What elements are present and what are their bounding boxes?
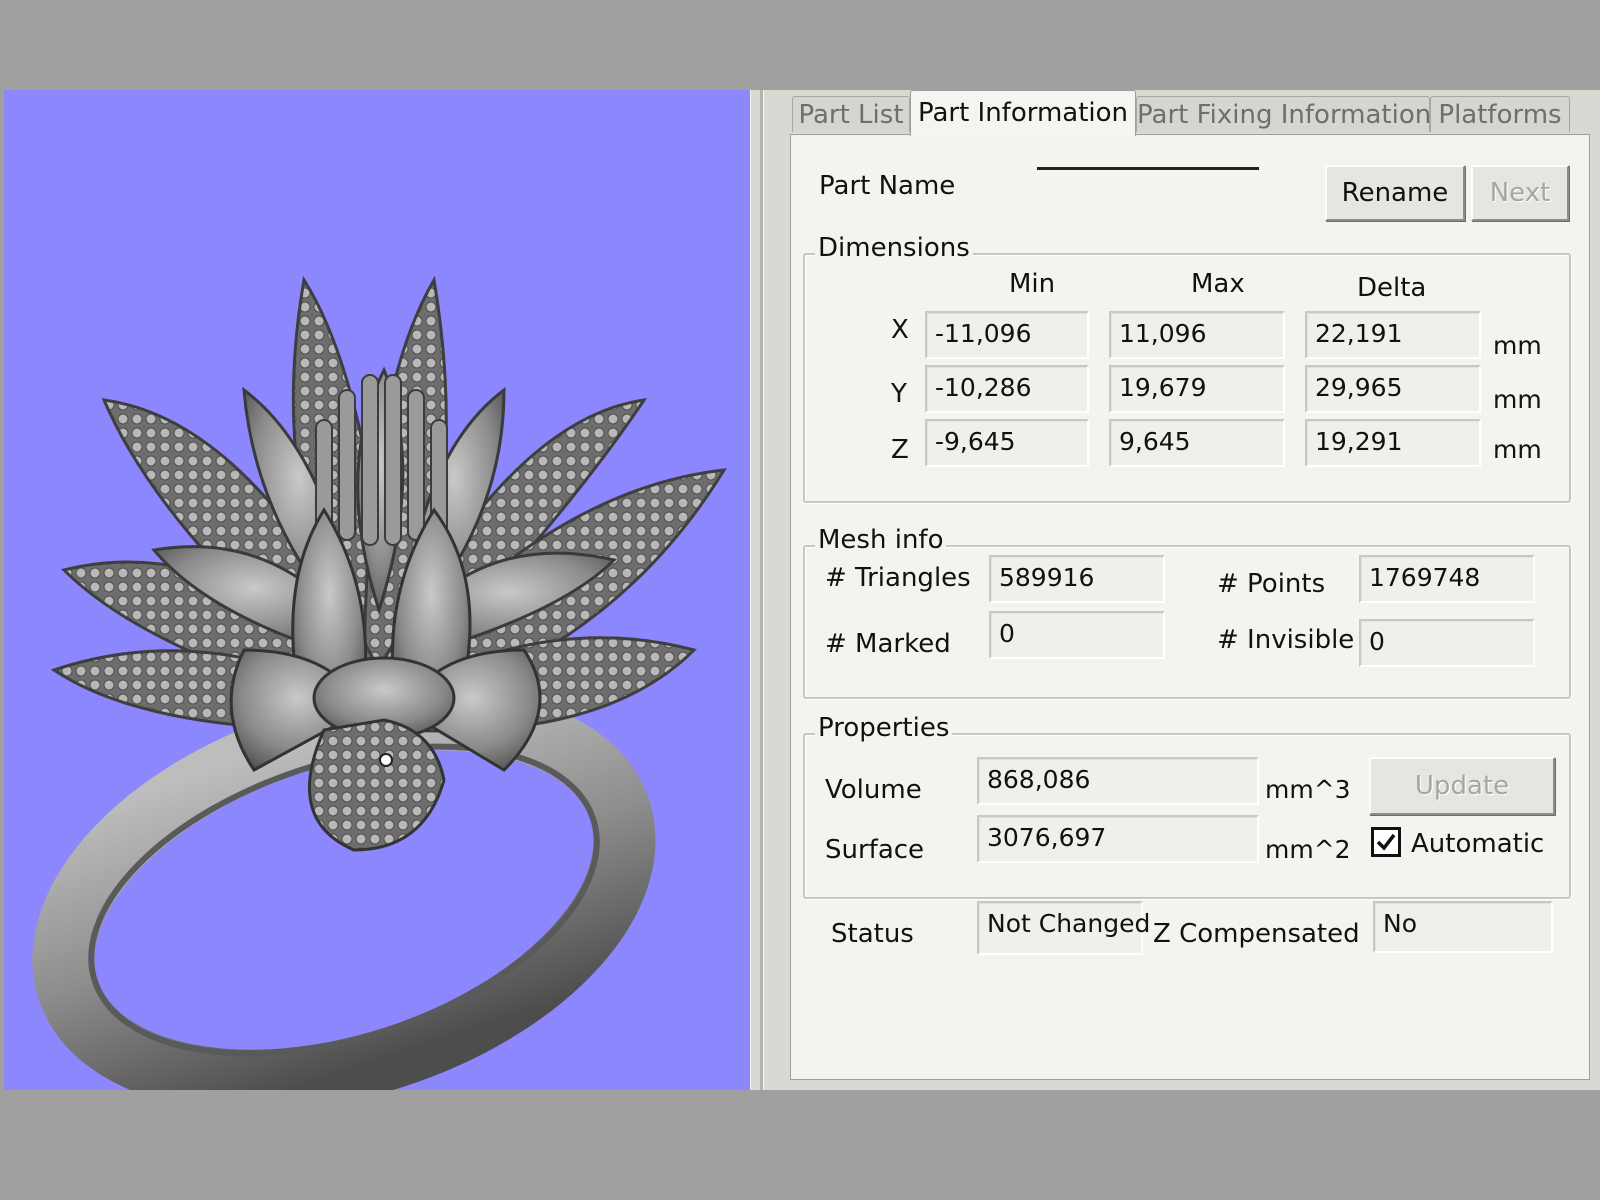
- tab-part-list[interactable]: Part List: [792, 96, 910, 132]
- z-unit: mm: [1493, 435, 1542, 464]
- y-delta-field[interactable]: 29,965: [1305, 365, 1481, 413]
- col-min-label: Min: [1009, 269, 1056, 299]
- surface-unit: mm^2: [1265, 835, 1351, 864]
- x-unit: mm: [1493, 331, 1542, 360]
- splitter-groove: [760, 90, 764, 1090]
- part-name-field[interactable]: [1037, 167, 1259, 170]
- x-min-field[interactable]: -11,096: [925, 311, 1089, 359]
- automatic-checkbox[interactable]: [1371, 827, 1401, 857]
- surface-field[interactable]: 3076,697: [977, 815, 1259, 863]
- rename-button[interactable]: Rename: [1325, 165, 1465, 221]
- triangles-label: # Triangles: [825, 563, 971, 593]
- tab-part-information[interactable]: Part Information: [910, 90, 1136, 136]
- automatic-label: Automatic: [1411, 829, 1545, 859]
- invisible-label: # Invisible: [1217, 625, 1355, 655]
- volume-label: Volume: [825, 775, 922, 805]
- part-info-panel: Part List Part Information Part Fixing I…: [782, 90, 1600, 1090]
- z-delta-field[interactable]: 19,291: [1305, 419, 1481, 467]
- marked-field[interactable]: 0: [989, 611, 1165, 659]
- update-button[interactable]: Update: [1369, 757, 1555, 815]
- checkmark-icon: [1376, 833, 1396, 851]
- properties-title: Properties: [815, 713, 953, 743]
- 3d-viewport[interactable]: [4, 90, 750, 1090]
- status-label: Status: [831, 919, 914, 949]
- next-button[interactable]: Next: [1471, 165, 1569, 221]
- y-min-field[interactable]: -10,286: [925, 365, 1089, 413]
- x-max-field[interactable]: 11,096: [1109, 311, 1285, 359]
- axis-y-label: Y: [891, 379, 907, 409]
- points-field[interactable]: 1769748: [1359, 555, 1535, 603]
- volume-unit: mm^3: [1265, 775, 1351, 804]
- col-delta-label: Delta: [1357, 273, 1427, 303]
- x-delta-field[interactable]: 22,191: [1305, 311, 1481, 359]
- z-compensated-label: Z Compensated: [1153, 919, 1360, 949]
- z-min-field[interactable]: -9,645: [925, 419, 1089, 467]
- axis-x-label: X: [891, 315, 909, 345]
- panel-splitter[interactable]: [750, 90, 783, 1090]
- part-name-label: Part Name: [819, 171, 956, 201]
- z-max-field[interactable]: 9,645: [1109, 419, 1285, 467]
- tab-page-part-information: Part Name Rename Next Dimensions Min Max…: [790, 134, 1590, 1080]
- surface-label: Surface: [825, 835, 925, 865]
- axis-z-label: Z: [891, 435, 909, 465]
- col-max-label: Max: [1191, 269, 1245, 299]
- marked-label: # Marked: [825, 629, 951, 659]
- triangles-field[interactable]: 589916: [989, 555, 1165, 603]
- volume-field[interactable]: 868,086: [977, 757, 1259, 805]
- y-unit: mm: [1493, 385, 1542, 414]
- mesh-info-title: Mesh info: [815, 525, 947, 555]
- points-label: # Points: [1217, 569, 1326, 599]
- tab-part-fixing-information[interactable]: Part Fixing Information: [1136, 96, 1431, 132]
- invisible-field[interactable]: 0: [1359, 619, 1535, 667]
- ring-model-render[interactable]: [4, 90, 750, 1090]
- y-max-field[interactable]: 19,679: [1109, 365, 1285, 413]
- dimensions-title: Dimensions: [815, 233, 973, 263]
- z-compensated-field[interactable]: No: [1373, 901, 1553, 953]
- status-field[interactable]: Not Changed: [977, 901, 1150, 955]
- tab-platforms[interactable]: Platforms: [1430, 96, 1570, 132]
- tab-bar: Part List Part Information Part Fixing I…: [792, 90, 1592, 136]
